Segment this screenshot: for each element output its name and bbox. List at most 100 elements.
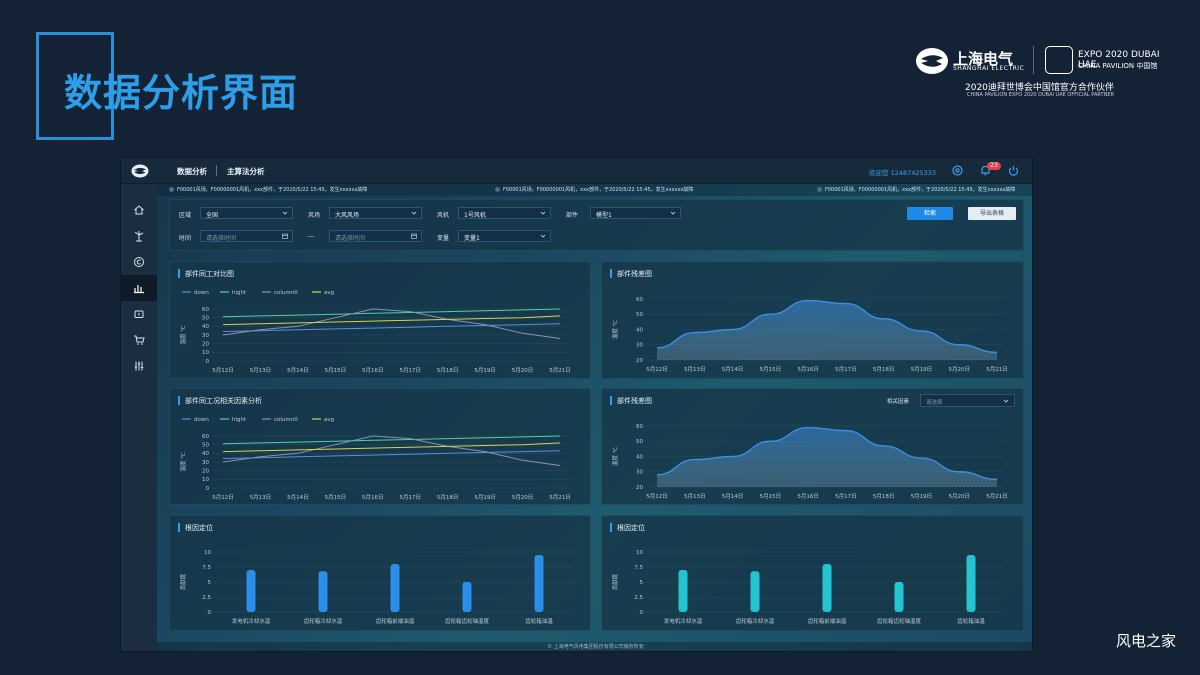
bar (750, 571, 760, 612)
chevron-down-icon (670, 211, 676, 215)
app-logo-icon[interactable] (131, 164, 149, 178)
x-tick-label: 5月12日 (212, 494, 234, 501)
search-button[interactable]: 检索 (907, 207, 953, 220)
sliders-icon (134, 361, 144, 371)
time-end-input[interactable]: 请选择时间 (329, 230, 422, 242)
ticker-item[interactable]: F00001风场、F00000001风机，xxx部件，于2020/5/22 15… (817, 186, 1015, 193)
ticker-item[interactable]: F00001风场、F00000001风机，xxx部件，于2020/5/22 15… (495, 186, 693, 193)
y-tick-label: 20 (636, 485, 643, 491)
alarm-dot-icon (495, 187, 500, 192)
y-tick-label: 10 (204, 550, 211, 556)
x-tick-label: 5月12日 (212, 367, 234, 374)
x-tick-label: 齿轮箱冷却水温 (736, 617, 775, 625)
y-tick-label: 40 (202, 451, 209, 457)
x-tick-label: 5月17日 (835, 493, 857, 500)
x-tick-label: 5月12日 (646, 366, 668, 373)
farm-label: 风场 (308, 212, 321, 219)
legend-label: column0 (274, 417, 298, 423)
y-axis-label: 贡献度 (179, 573, 187, 590)
y-tick-label: 40 (636, 454, 643, 460)
x-tick-label: 齿轮箱前端油温 (376, 617, 415, 625)
y-tick-label: 60 (202, 434, 209, 440)
region-select[interactable]: 全国 (200, 207, 293, 219)
y-tick-label: 40 (636, 327, 643, 333)
y-tick-label: 2.5 (634, 595, 643, 601)
time-label: 时间 (179, 235, 192, 242)
y-tick-label: 30 (636, 343, 643, 349)
sidebar-item-copyright[interactable] (121, 249, 157, 275)
alarm-ticker: F00001风场、F00000001风机，xxx部件，于2020/5/22 15… (157, 184, 1032, 196)
power-icon[interactable] (1007, 164, 1020, 177)
legend-label: hight (232, 290, 247, 296)
x-tick-label: 齿轮箱油温 (957, 617, 985, 625)
series-line-avg (222, 442, 561, 453)
x-tick-label: 5月14日 (287, 494, 309, 501)
x-tick-label: 5月18日 (437, 494, 459, 501)
brand-name-en: SHANGHAI ELECTRIC (953, 65, 1025, 72)
sidebar-item-analysis[interactable] (121, 275, 157, 301)
sidebar-item-cart[interactable] (121, 327, 157, 353)
circle-c-icon (134, 257, 144, 267)
legend-label: avg (324, 290, 334, 296)
y-tick-label: 60 (202, 307, 209, 313)
chevron-down-icon (282, 211, 288, 215)
bar (534, 555, 544, 612)
chevron-down-icon (411, 211, 417, 215)
bar-chart-icon (134, 285, 144, 294)
x-tick-label: 5月20日 (512, 494, 534, 501)
x-tick-label: 齿轮箱油温 (525, 617, 553, 625)
welcome-user[interactable]: 欢迎您 12487425333 (869, 167, 936, 177)
bar (390, 564, 400, 612)
y-tick-label: 20 (202, 468, 209, 474)
slide-title: 数据分析界面 (64, 71, 299, 115)
variable-select[interactable]: 变量1 (458, 230, 551, 242)
variable-label: 变量 (437, 235, 450, 242)
settings-icon[interactable] (951, 164, 964, 177)
y-tick-label: 0 (206, 359, 210, 365)
sidebar (121, 184, 157, 651)
x-tick-label: 5月21日 (986, 493, 1008, 500)
x-tick-label: 5月13日 (684, 493, 706, 500)
correlation-chart-panel: 部件同工况相关因素分析 0 10 20 30 40 50 60 down hight column… (169, 388, 591, 505)
x-tick-label: 5月15日 (760, 493, 782, 500)
x-tick-label: 5月17日 (835, 366, 857, 373)
sidebar-item-settings[interactable] (121, 353, 157, 379)
x-tick-label: 5月16日 (362, 494, 384, 501)
ticker-item[interactable]: F00001风场、F00000001风机，xxx部件，于2020/5/22 15… (169, 186, 367, 193)
area-fill (657, 427, 997, 487)
sidebar-item-device[interactable] (121, 301, 157, 327)
shanghai-electric-logo-icon (916, 48, 948, 74)
sidebar-item-home[interactable] (121, 197, 157, 223)
residual-area-chart-2: 20 30 40 50 60 温度 ℃ 5月12日 5月13日 5月14日 5月15日 5月16日 5… (611, 424, 1008, 500)
y-tick-label: 5 (640, 580, 644, 586)
chevron-down-icon (540, 211, 546, 215)
farm-select[interactable]: 大风风场 (329, 207, 422, 219)
y-tick-label: 60 (636, 424, 643, 430)
x-tick-label: 齿轮箱冷却水温 (304, 617, 343, 625)
y-tick-label: 5 (208, 580, 212, 586)
y-tick-label: 30 (202, 333, 209, 339)
export-table-button[interactable]: 导出表格 (968, 207, 1016, 220)
x-tick-label: 5月20日 (512, 367, 534, 374)
nav-data-analysis[interactable]: 数据分析 (177, 166, 207, 177)
x-tick-label: 5月13日 (250, 367, 272, 374)
turbine-select[interactable]: 1号风机 (458, 207, 551, 219)
nav-main-algorithm[interactable]: 主算法分析 (227, 166, 265, 177)
x-tick-label: 5月20日 (948, 493, 970, 500)
part-label: 部件 (566, 212, 579, 219)
x-tick-label: 5月21日 (549, 367, 571, 374)
y-tick-label: 30 (202, 460, 209, 466)
x-tick-label: 5月15日 (325, 494, 347, 501)
x-tick-label: 5月21日 (549, 494, 571, 501)
y-tick-label: 40 (202, 324, 209, 330)
brand-pavilion: CHINA PAVILION 中国馆 (1078, 62, 1158, 70)
y-tick-label: 7.5 (634, 565, 643, 571)
y-tick-label: 10 (636, 550, 643, 556)
x-tick-label: 5月18日 (437, 367, 459, 374)
time-start-input[interactable]: 请选择时间 (200, 230, 293, 242)
y-tick-label: 0 (206, 486, 210, 492)
y-tick-label: 60 (636, 297, 643, 303)
part-select[interactable]: 模型1 (590, 207, 681, 219)
comparison-line-chart: 0 10 20 30 40 50 60 down hight column0 avg 温度 ℃ 5月12… (179, 290, 571, 374)
sidebar-item-turbine[interactable] (121, 223, 157, 249)
